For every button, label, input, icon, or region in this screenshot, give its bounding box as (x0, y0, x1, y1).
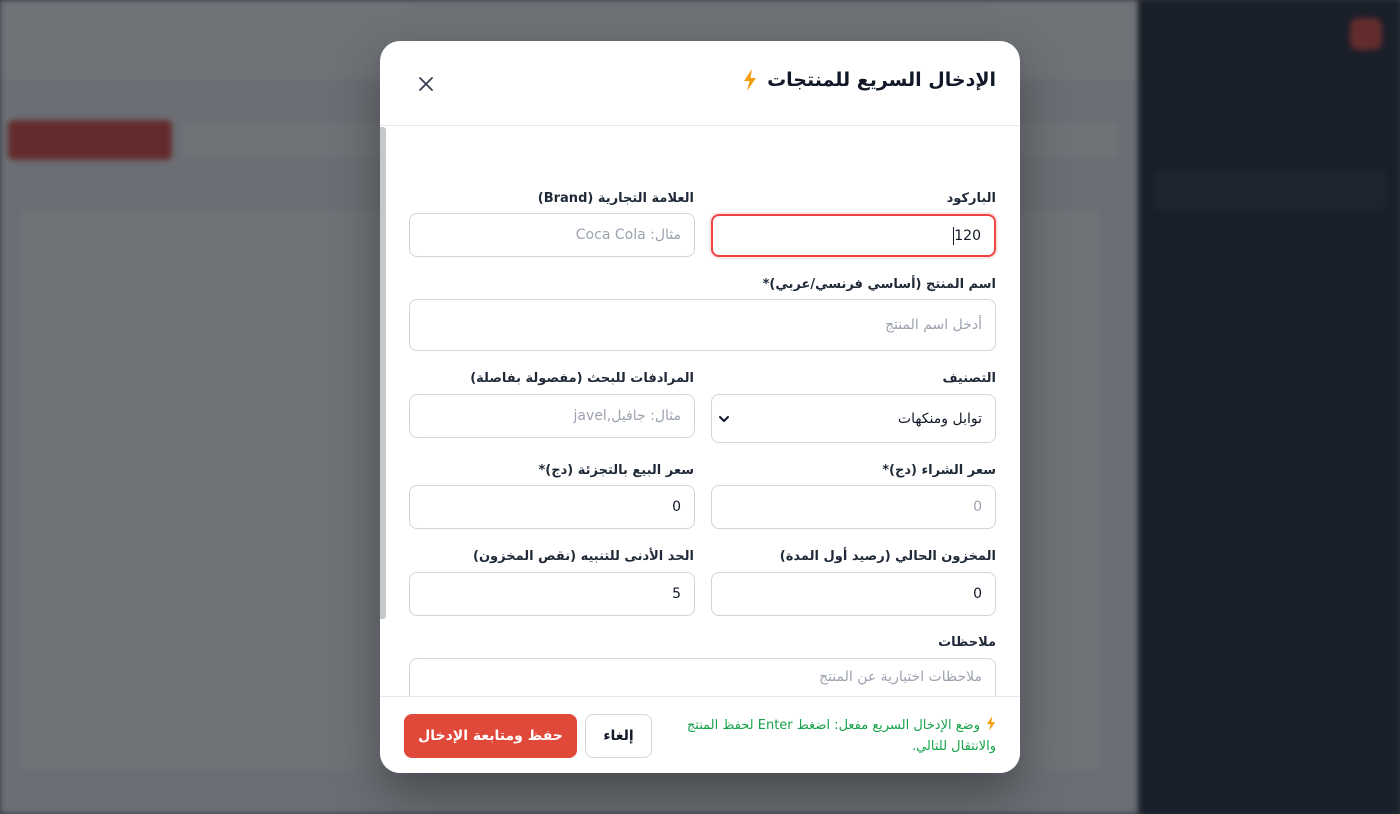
notes-textarea[interactable]: ملاحظات اختيارية عن المنتج (409, 658, 996, 696)
modal-header: الإدخال السريع للمنتجات (380, 41, 1020, 126)
retail-price-input[interactable]: 0 (409, 485, 695, 529)
modal-scrollbar[interactable] (380, 127, 386, 619)
min-stock-alert-input[interactable]: 5 (409, 572, 695, 616)
barcode-input[interactable]: 120 (711, 214, 996, 257)
bolt-icon (744, 69, 757, 91)
product-name-label: اسم المنتج (أساسي فرنسي/عربي)* (762, 277, 996, 292)
barcode-label: الباركود (946, 191, 996, 206)
synonyms-input[interactable]: مثال: جافيل,javel (409, 394, 695, 438)
text-caret (953, 226, 955, 245)
brand-input[interactable]: مثال: Coca Cola (409, 213, 695, 257)
quick-entry-hint-text: وضع الإدخال السريع مفعل: اضغط Enter لحفظ… (686, 718, 996, 754)
barcode-input-value: 120 (954, 227, 981, 244)
min-stock-alert-label: الحد الأدنى للتنبيه (نقص المخزون) (473, 549, 694, 564)
modal-title-text: الإدخال السريع للمنتجات (767, 69, 996, 91)
notes-label: ملاحظات (938, 635, 996, 650)
category-select-value: توابل ومنكهات (897, 410, 982, 427)
notes-placeholder: ملاحظات اختيارية عن المنتج (819, 669, 982, 685)
product-name-input[interactable]: أدخل اسم المنتج (409, 299, 996, 351)
modal-footer: وضع الإدخال السريع مفعل: اضغط Enter لحفظ… (380, 696, 1020, 773)
category-label: التصنيف (942, 371, 996, 386)
close-button[interactable] (412, 70, 440, 98)
bolt-icon (986, 716, 996, 731)
modal-body: الباركود العلامة التجارية (Brand) 120 مث… (380, 127, 1020, 696)
synonyms-label: المرادفات للبحث (مفصولة بفاصلة) (470, 371, 694, 386)
cancel-button[interactable]: إلغاء (585, 714, 652, 758)
purchase-price-label: سعر الشراء (دج)* (882, 463, 996, 478)
purchase-price-input[interactable]: 0 (711, 485, 996, 529)
current-stock-input[interactable]: 0 (711, 572, 996, 616)
category-select[interactable]: توابل ومنكهات (711, 394, 996, 443)
brand-label: العلامة التجارية (Brand) (537, 191, 694, 206)
chevron-down-icon (719, 415, 729, 422)
retail-price-label: سعر البيع بالتجزئة (دج)* (538, 463, 694, 478)
current-stock-label: المخزون الحالي (رصيد أول المدة) (779, 549, 996, 564)
modal-title: الإدخال السريع للمنتجات (743, 69, 996, 91)
close-icon (419, 77, 433, 91)
quick-entry-hint: وضع الإدخال السريع مفعل: اضغط Enter لحفظ… (664, 715, 996, 757)
quick-entry-modal: الإدخال السريع للمنتجات الباركود العلامة… (380, 41, 1020, 773)
save-and-continue-button[interactable]: حفظ ومتابعة الإدخال (404, 714, 577, 758)
